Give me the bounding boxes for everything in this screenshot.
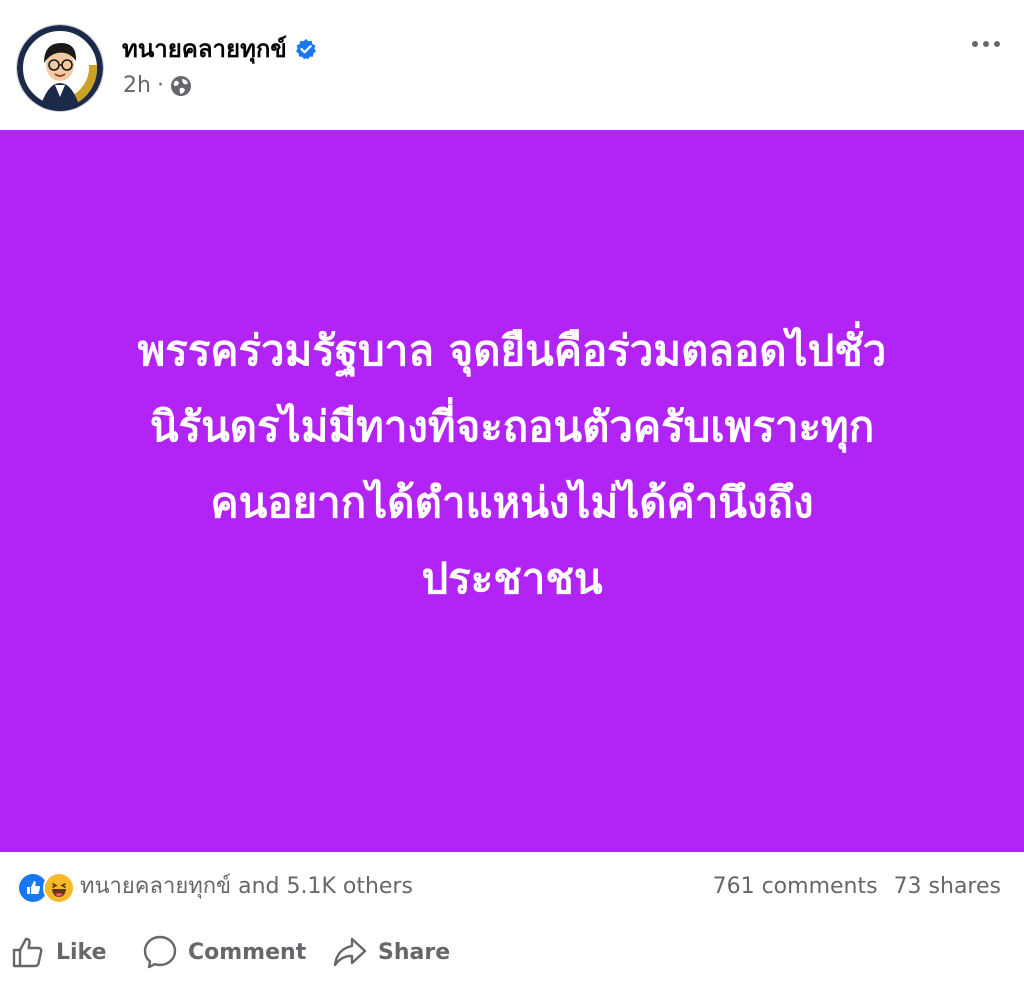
- reactions-summary-row: ทนายคลายทุกข์ and 5.1K others 761 commen…: [0, 852, 1024, 920]
- post-meta: 2h ·: [123, 72, 192, 100]
- post-text: พรรคร่วมรัฐบาล จุดยืนคือร่วมตลอดไปชั่ว น…: [72, 313, 952, 617]
- comment-button[interactable]: Comment: [142, 932, 306, 972]
- verified-badge-icon: [295, 38, 317, 60]
- post-timestamp[interactable]: 2h: [123, 72, 151, 100]
- comments-count[interactable]: 761 comments: [713, 872, 878, 902]
- post-text-line: พรรคร่วมรัฐบาล จุดยืนคือร่วมตลอดไปชั่ว: [137, 326, 887, 375]
- like-label: Like: [56, 939, 107, 965]
- share-label: Share: [378, 939, 451, 965]
- more-horizontal-icon: [972, 41, 1000, 47]
- share-arrow-icon: [333, 937, 367, 967]
- reaction-icons[interactable]: [17, 872, 77, 904]
- haha-reaction-icon: [43, 872, 75, 904]
- globe-icon: [170, 75, 192, 97]
- author-name[interactable]: ทนายคลายทุกข์: [122, 34, 287, 64]
- comment-label: Comment: [188, 939, 307, 965]
- like-button[interactable]: Like: [10, 932, 107, 972]
- comment-bubble-icon: [143, 935, 177, 969]
- avatar-image: [17, 25, 103, 111]
- meta-separator: ·: [156, 73, 164, 98]
- post-text-line: คนอยากได้ตำแหน่งไม่ได้คำนึงถึง: [210, 478, 814, 527]
- post-header: ทนายคลายทุกข์ 2h ·: [0, 0, 1024, 130]
- shares-count[interactable]: 73 shares: [894, 872, 1001, 902]
- engagement-counts: 761 comments 73 shares: [713, 872, 1001, 902]
- post-actions-bar: Like Comment Share: [0, 920, 1024, 982]
- share-button[interactable]: Share: [332, 932, 450, 972]
- thumbs-up-icon: [12, 937, 43, 968]
- more-options-button[interactable]: [964, 30, 1008, 58]
- avatar[interactable]: [17, 25, 103, 111]
- facebook-post: ทนายคลายทุกข์ 2h · พรรคร่วมรัฐบาล จุดยืน…: [0, 0, 1024, 982]
- colored-text-background[interactable]: พรรคร่วมรัฐบาล จุดยืนคือร่วมตลอดไปชั่ว น…: [0, 130, 1024, 852]
- author-row: ทนายคลายทุกข์: [122, 34, 317, 64]
- reactions-summary-text[interactable]: ทนายคลายทุกข์ and 5.1K others: [80, 872, 413, 902]
- post-text-line: นิรันดรไม่มีทางที่จะถอนตัวครับเพราะทุก: [149, 402, 875, 451]
- post-text-line: ประชาชน: [421, 554, 603, 603]
